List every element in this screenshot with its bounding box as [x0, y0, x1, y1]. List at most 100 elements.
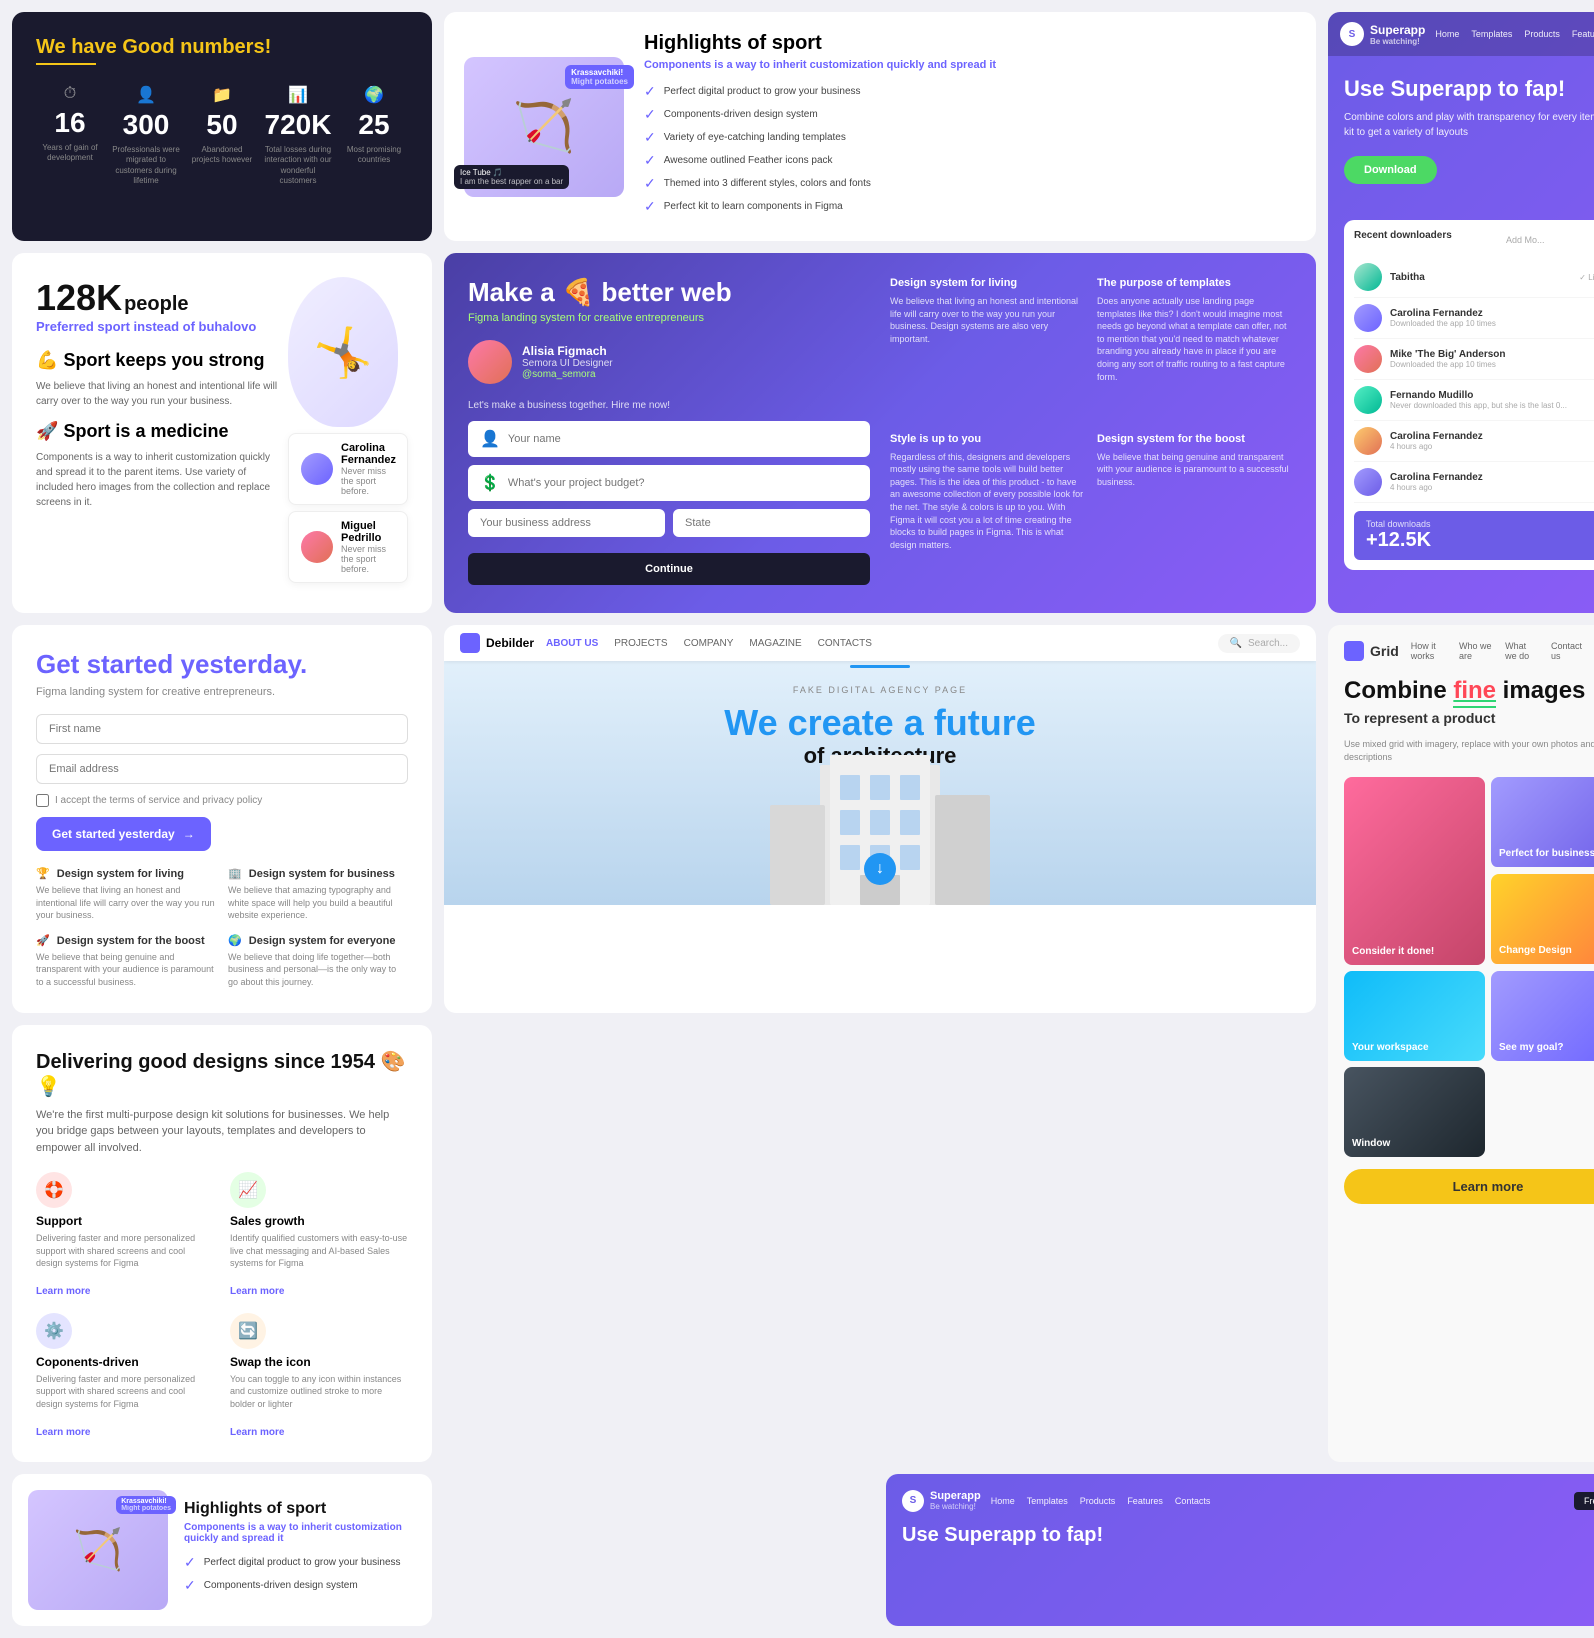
window-image: Window [1344, 1067, 1485, 1157]
business-image: Perfect for business [1491, 777, 1594, 867]
bw-title-1: Design system for living [890, 277, 1085, 289]
stat-label-professionals: Professionals were migrated to customers… [112, 145, 180, 187]
krassavchiki-badge: Krassavchiki!Might potatoes [116, 1496, 176, 1514]
feature-title-components: Coponents-driven [36, 1355, 214, 1369]
downloader-item: Mike 'The Big' Anderson Downloaded the a… [1354, 339, 1594, 380]
bs-link-products[interactable]: Products [1080, 1496, 1116, 1506]
bottom-superapp-title: Use Superapp to fap! [902, 1524, 1594, 1547]
arrow-icon: → [183, 827, 195, 841]
betterweb-tagline: Figma landing system for creative entrep… [468, 312, 870, 324]
dl-name: Carolina Fernandez [1390, 308, 1496, 319]
learn-more-sales[interactable]: Learn more [230, 1286, 408, 1297]
nav-logo-icon [460, 633, 480, 653]
nav-link-features[interactable]: Features [1572, 29, 1594, 39]
feature-item-components: ⚙️ Coponents-driven Delivering faster an… [36, 1313, 214, 1438]
bs-trial-button[interactable]: Free Trial [1574, 1492, 1594, 1510]
budget-input[interactable] [508, 477, 858, 489]
bs-link-templates[interactable]: Templates [1027, 1496, 1068, 1506]
downloader-item: Fernando Mudillo Never downloaded this a… [1354, 380, 1594, 421]
recent-title: Recent downloaders [1354, 230, 1452, 241]
terms-checkbox[interactable] [36, 794, 49, 807]
sport-title-1: 💪 Sport keeps you strong [36, 350, 278, 371]
continue-button[interactable]: Continue [468, 553, 870, 585]
support-icon: 🛟 [36, 1172, 72, 1208]
design-title-1: 🏆 Design system for living [36, 867, 216, 880]
check-item-1: ✓ Perfect digital product to grow your b… [644, 83, 996, 100]
card-bottom-superapp: S Superapp Be watching! Home Templates P… [886, 1474, 1594, 1626]
highlights-content: Highlights of sport Components is a way … [644, 32, 996, 221]
address-input[interactable] [480, 517, 653, 529]
stat-item: 👤 300 Professionals were migrated to cus… [112, 85, 180, 187]
athlete-badge: Krassavchiki!Might potatoes [565, 65, 634, 89]
feature-text-swap: You can toggle to any icon within instan… [230, 1373, 408, 1411]
form-field-state[interactable] [673, 509, 870, 537]
nav-link-magazine[interactable]: MAGAZINE [749, 638, 801, 649]
state-input[interactable] [685, 517, 858, 529]
grid-logo-icon [1344, 641, 1364, 661]
card-people: 128K people Preferred sport instead of b… [12, 253, 432, 613]
check-item-2: ✓ Components-driven design system [644, 106, 996, 123]
feature-title-sales: Sales growth [230, 1214, 408, 1228]
person-card-1: Carolina Fernandez Never miss the sport … [288, 433, 408, 505]
nav-search[interactable]: 🔍 Search... [1218, 634, 1300, 653]
profile-avatar [468, 340, 512, 384]
learn-more-swap[interactable]: Learn more [230, 1427, 408, 1438]
download-button[interactable]: Download [1344, 156, 1437, 184]
swap-icon: 🔄 [230, 1313, 266, 1349]
grid-logo: Grid [1344, 641, 1399, 661]
feature-text-sales: Identify qualified customers with easy-t… [230, 1232, 408, 1270]
bw-title-3: Style is up to you [890, 433, 1085, 445]
card-highlights: 🏹 Krassavchiki!Might potatoes Ice Tube 🎵… [444, 12, 1316, 241]
bs-link-contacts[interactable]: Contacts [1175, 1496, 1211, 1506]
workspace-image: Your workspace [1344, 971, 1485, 1061]
people-number: 128K [36, 277, 122, 319]
feature-title-support: Support [36, 1214, 214, 1228]
down-button[interactable]: ↓ [864, 853, 896, 885]
dl-time: Downloaded the app 10 times [1390, 319, 1496, 328]
check-item-3: ✓ Variety of eye-catching landing templa… [644, 129, 996, 146]
form-field-address[interactable] [468, 509, 665, 537]
learn-more-support[interactable]: Learn more [36, 1286, 214, 1297]
profile-role: Semora UI Designer [522, 358, 613, 369]
form-field-name[interactable]: 👤 [468, 421, 870, 457]
nav-link-contacts[interactable]: CONTACTS [818, 638, 872, 649]
form-field-budget[interactable]: 💲 [468, 465, 870, 501]
dl-name: Carolina Fernandez [1390, 472, 1483, 483]
image-grid: Consider it done! Perfect for business C… [1344, 777, 1594, 1157]
nav-link-templates[interactable]: Templates [1471, 29, 1512, 39]
person-avatar-2 [301, 531, 333, 563]
bs-link-features[interactable]: Features [1127, 1496, 1163, 1506]
grid-nav-contact[interactable]: Contact us [1551, 641, 1582, 661]
dl-info: Mike 'The Big' Anderson Downloaded the a… [1390, 349, 1506, 369]
grid-nav-works[interactable]: How it works [1411, 641, 1447, 661]
nav-link-products[interactable]: Products [1524, 29, 1560, 39]
features-grid: 🛟 Support Delivering faster and more per… [36, 1172, 408, 1438]
design-title-2: 🏢 Design system for business [228, 867, 408, 880]
arch-label: FAKE DIGITAL AGENCY PAGE [444, 685, 1316, 695]
check-item-b1: ✓ Perfect digital product to grow your b… [184, 1554, 416, 1571]
dollar-icon: 💲 [480, 473, 500, 493]
getstarted-button[interactable]: Get started yesterday → [36, 817, 211, 851]
bottom-superapp-logo-icon: S [902, 1490, 924, 1512]
nav-link-home[interactable]: Home [1435, 29, 1459, 39]
image-card-business: Perfect for business [1491, 777, 1594, 868]
grid-nav-who[interactable]: Who we are [1459, 641, 1493, 661]
profile-name: Alisia Figmach [522, 344, 613, 358]
profile-handle: @soma_semora [522, 369, 613, 380]
search-text: Search... [1248, 638, 1288, 649]
bs-link-home[interactable]: Home [991, 1496, 1015, 1506]
email-input[interactable] [36, 754, 408, 784]
learn-more-components[interactable]: Learn more [36, 1427, 214, 1438]
firstname-input[interactable] [36, 714, 408, 744]
image-card-design: Change Design [1491, 874, 1594, 965]
nav-link-company[interactable]: COMPANY [684, 638, 734, 649]
check-icon: ✓ [644, 198, 656, 215]
grid-nav-what[interactable]: What we do [1505, 641, 1539, 661]
superapp-logo-name: Superapp [1370, 23, 1425, 37]
name-input[interactable] [508, 433, 858, 445]
learn-more-button[interactable]: Learn more [1344, 1169, 1594, 1204]
nav-link-projects[interactable]: PROJECTS [614, 638, 667, 649]
nav-link-about[interactable]: ABOUT US [546, 638, 598, 649]
card-betterweb: Make a 🍕 better web Figma landing system… [444, 253, 1316, 613]
person-desc-1: Never miss the sport before. [341, 466, 396, 496]
